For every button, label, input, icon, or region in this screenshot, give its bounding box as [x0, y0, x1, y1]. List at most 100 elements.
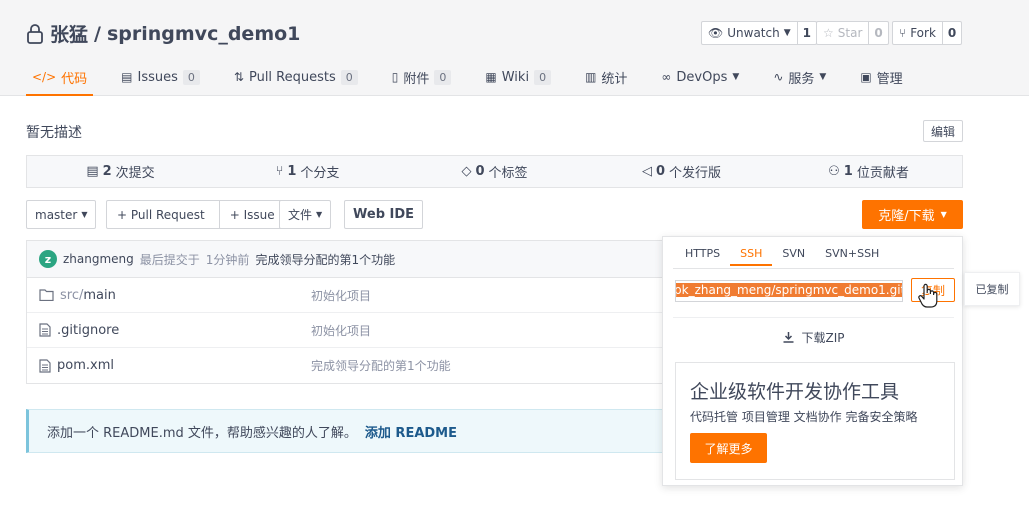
service-icon: ∿ [773, 70, 784, 84]
chevron-down-icon: ▼ [316, 210, 323, 219]
table-row: pom.xml 完成领导分配的第1个功能 [27, 348, 666, 383]
tab-label: Issues [137, 69, 178, 85]
branch-select[interactable]: master ▼ [26, 200, 97, 229]
tab-attachments[interactable]: ▯ 附件 0 [386, 60, 458, 94]
stat-label: 个分支 [300, 166, 340, 181]
tab-pull-requests[interactable]: ⇅ Pull Requests 0 [228, 60, 364, 94]
wiki-icon: ▦ [485, 70, 497, 84]
promo-title: 企业级软件开发协作工具 [690, 381, 900, 403]
add-readme-link[interactable]: 添加 README [365, 422, 457, 441]
chevron-down-icon: ▼ [819, 72, 827, 82]
attachment-icon: ▯ [391, 70, 399, 84]
star-count[interactable]: 0 [868, 22, 887, 44]
branch-label: master [35, 207, 78, 222]
file-menu-label: 文件 [288, 208, 313, 222]
repo-name-link[interactable]: springmvc_demo1 [107, 23, 300, 45]
promo-card: 企业级软件开发协作工具 代码托管 项目管理 文档协作 完备安全策略 了解更多 [675, 362, 955, 480]
folder-icon [39, 289, 54, 301]
fork-button[interactable]: ⑂ Fork 0 [892, 21, 963, 45]
repo-owner-link[interactable]: 张猛 [50, 20, 88, 47]
file-name-link[interactable]: .gitignore [27, 323, 311, 338]
stat-label: 个发行版 [669, 166, 722, 181]
new-pull-request-button[interactable]: + Pull Request [107, 201, 215, 228]
unwatch-button[interactable]: 👁 Unwatch ▼ 1 [701, 21, 817, 45]
file-table: z zhangmeng 最后提交于 1分钟前 完成领导分配的第1个功能 src/… [26, 240, 666, 384]
file-commit-message[interactable]: 初始化项目 [311, 322, 371, 339]
chevron-down-icon: ▼ [81, 210, 88, 219]
file-icon [39, 323, 51, 337]
tab-label: 统计 [601, 71, 628, 87]
file-name-link[interactable]: src/main [27, 288, 311, 303]
repo-separator: / [94, 22, 101, 45]
fork-icon: ⑂ [899, 26, 907, 40]
commit-message-link[interactable]: 完成领导分配的第1个功能 [255, 251, 395, 268]
repo-tabs: </> 代码 ▤ Issues 0 ⇅ Pull Requests 0 ▯ 附件 0 ▦ Wik… [26, 60, 931, 96]
tab-manage[interactable]: ▣ 管理 [854, 60, 908, 94]
stat-branches[interactable]: ⑂ 1 个分支 [214, 156, 401, 187]
commit-author[interactable]: zhangmeng [63, 252, 134, 266]
tab-label: 管理 [876, 71, 903, 87]
web-ide-button[interactable]: Web IDE [344, 200, 424, 229]
avatar[interactable]: z [39, 250, 57, 268]
pull-request-icon: ⇅ [233, 70, 244, 84]
tab-wiki[interactable]: ▦ Wiki 0 [479, 60, 557, 94]
fork-count[interactable]: 0 [941, 22, 961, 44]
file-icon [39, 358, 51, 373]
file-name-link[interactable]: pom.xml [27, 358, 311, 373]
repo-stats-bar: ▤ 2 次提交 ⑂ 1 个分支 ◇ 0 个标签 ◁ 0 个发行版 ⚇ 1 位贡献者 [26, 155, 963, 188]
tab-badge: 0 [434, 69, 452, 85]
clone-dropdown: HTTPS SSH SVN SVN+SSH pk_zhang_meng/spri… [662, 236, 963, 486]
tab-stats[interactable]: ▥ 统计 [579, 60, 633, 94]
divider [673, 317, 954, 318]
tab-label: 代码 [61, 71, 88, 87]
learn-more-button[interactable]: 了解更多 [690, 433, 767, 463]
manage-icon: ▣ [860, 70, 872, 84]
code-icon: </> [32, 70, 57, 84]
promo-subtitle: 代码托管 项目管理 文档协作 完备安全策略 [690, 410, 918, 424]
tab-ssh[interactable]: SSH [730, 243, 773, 266]
tab-badge: 0 [182, 69, 200, 85]
hand-cursor-icon [918, 283, 938, 308]
repo-title: 张猛 / springmvc_demo1 [26, 20, 300, 47]
edit-description-button[interactable]: 编辑 [923, 120, 963, 142]
stat-tags[interactable]: ◇ 0 个标签 [401, 156, 588, 187]
stat-label: 位贡献者 [856, 166, 909, 181]
tab-label: DevOps [676, 69, 728, 85]
download-zip-link[interactable]: 下载ZIP [663, 329, 964, 346]
new-issue-button[interactable]: + Issue [218, 201, 285, 228]
tab-svn-ssh[interactable]: SVN+SSH [815, 243, 889, 266]
file-commit-message[interactable]: 初始化项目 [311, 287, 371, 304]
watch-count[interactable]: 1 [796, 22, 816, 44]
tab-https[interactable]: HTTPS [675, 243, 730, 266]
tab-issues[interactable]: ▤ Issues 0 [115, 60, 206, 94]
clone-download-button[interactable]: 克隆/下载 ▼ [862, 200, 963, 229]
stat-count: 2 [102, 164, 112, 179]
file-name: pom.xml [57, 358, 114, 373]
contributors-icon: ⚇ [828, 164, 840, 179]
stat-label: 次提交 [115, 166, 155, 181]
issues-icon: ▤ [121, 70, 133, 84]
chevron-down-icon: ▼ [940, 210, 947, 219]
file-commit-message[interactable]: 完成领导分配的第1个功能 [311, 357, 451, 374]
file-name: main [83, 287, 116, 303]
tab-code[interactable]: </> 代码 [26, 60, 94, 96]
tab-services[interactable]: ∿ 服务 ▼ [767, 60, 832, 94]
file-menu-button[interactable]: 文件 ▼ [279, 200, 332, 229]
last-commit-row: z zhangmeng 最后提交于 1分钟前 完成领导分配的第1个功能 [27, 241, 666, 278]
file-name: .gitignore [57, 322, 120, 338]
tag-icon: ◇ [461, 164, 472, 179]
clone-url-input[interactable]: pk_zhang_meng/springmvc_demo1.git [675, 280, 903, 302]
stat-commits[interactable]: ▤ 2 次提交 [27, 156, 214, 187]
eye-icon: 👁 [708, 26, 724, 40]
stat-releases[interactable]: ◁ 0 个发行版 [588, 156, 775, 187]
tab-devops[interactable]: ∞ DevOps ▼ [655, 60, 745, 94]
commit-prefix: 最后提交于 [139, 252, 200, 267]
file-dir: src/ [60, 287, 84, 303]
divider [673, 268, 954, 269]
stat-contributors[interactable]: ⚇ 1 位贡献者 [775, 156, 962, 187]
star-icon: ☆ [823, 26, 834, 40]
devops-icon: ∞ [661, 70, 672, 84]
tab-svn[interactable]: SVN [772, 243, 815, 266]
star-label: Star [837, 26, 863, 40]
star-button[interactable]: ☆ Star 0 [816, 21, 889, 45]
